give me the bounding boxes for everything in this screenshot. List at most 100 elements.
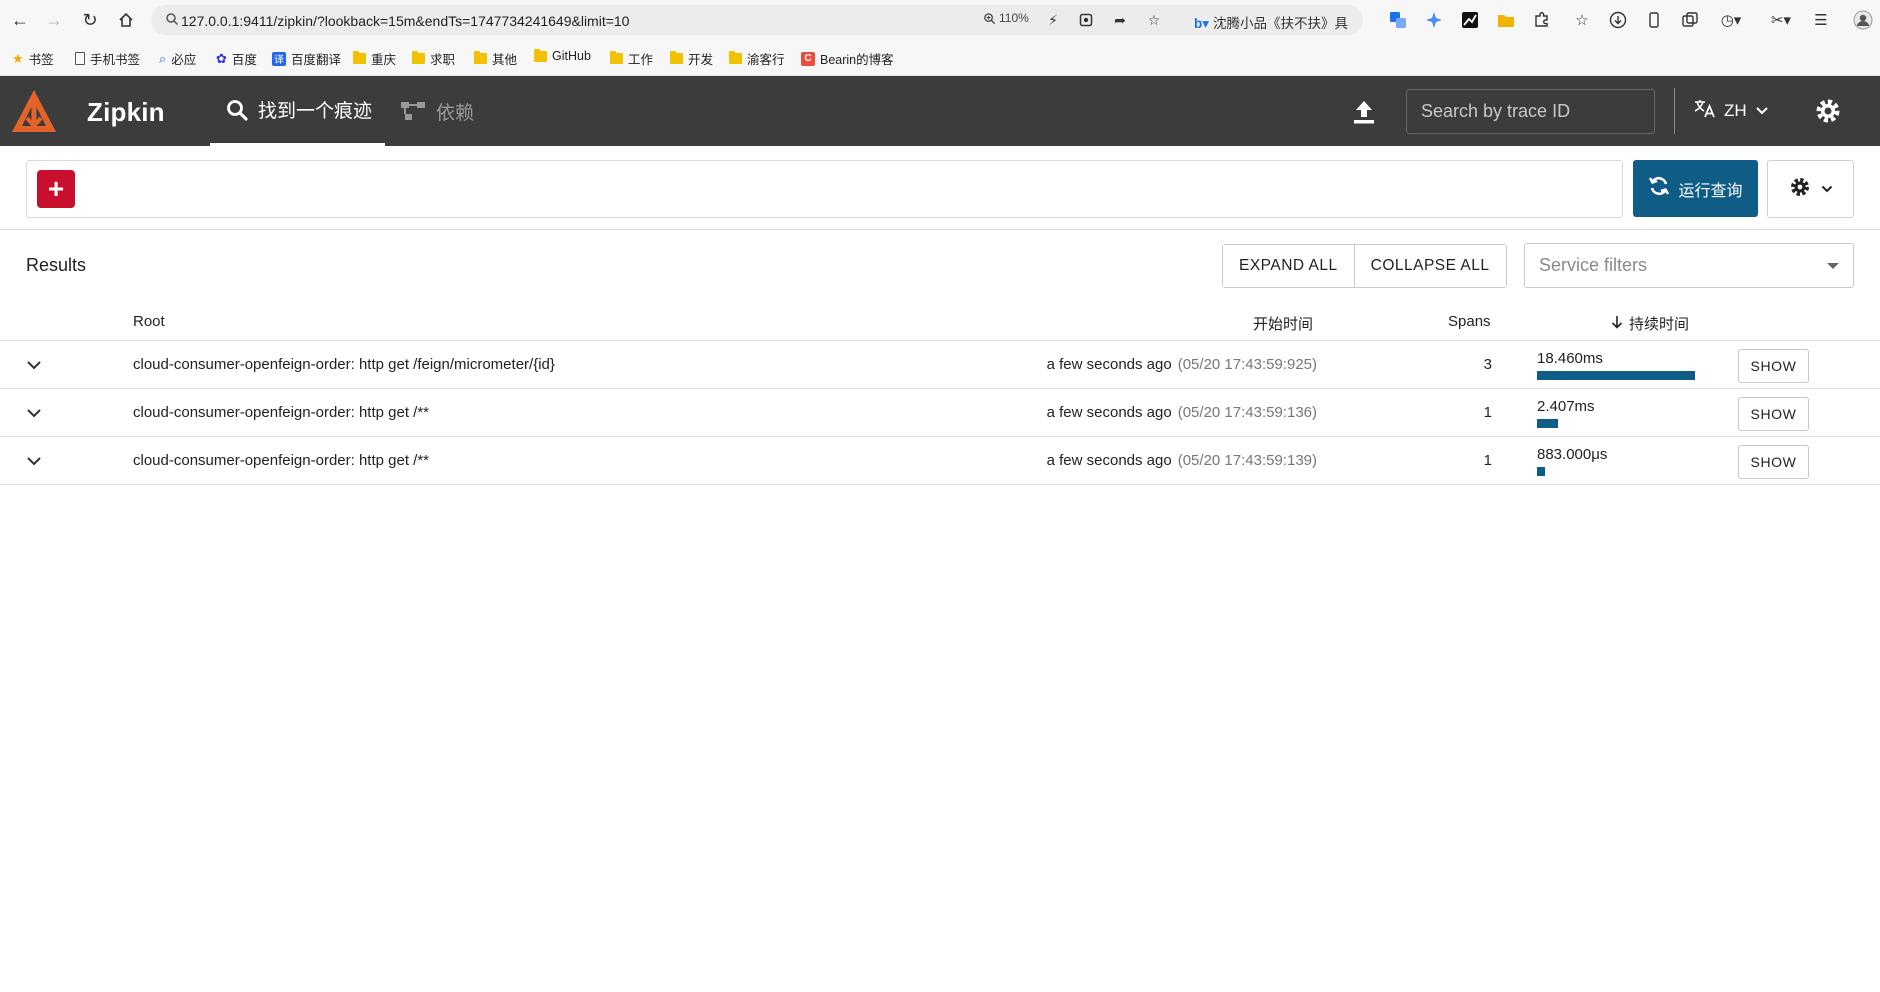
- bookmark-item[interactable]: 译百度翻译: [272, 49, 341, 68]
- column-duration[interactable]: 持续时间: [1611, 313, 1689, 334]
- home-icon[interactable]: [114, 8, 138, 32]
- profile-avatar-icon[interactable]: [1852, 9, 1874, 31]
- zipkin-logo-icon[interactable]: [10, 88, 58, 134]
- language-code: ZH: [1724, 100, 1747, 120]
- address-url[interactable]: 127.0.0.1:9411/zipkin/?lookback=15m&endT…: [181, 13, 629, 29]
- chart-extension-icon[interactable]: [1459, 9, 1481, 31]
- bookmark-star-icon[interactable]: ☆: [1145, 11, 1163, 29]
- browser-toolbar: ← → ↻ 127.0.0.1:9411/zipkin/?lookback=15…: [0, 0, 1880, 40]
- gear-icon: [1789, 176, 1811, 203]
- column-start-time[interactable]: 开始时间: [1253, 313, 1313, 334]
- collections-icon[interactable]: [1679, 9, 1701, 31]
- app-title[interactable]: Zipkin: [87, 97, 165, 128]
- back-icon[interactable]: ←: [8, 8, 32, 32]
- dependencies-icon: [400, 100, 426, 122]
- query-settings-button[interactable]: [1767, 160, 1854, 218]
- trace-row[interactable]: cloud-consumer-openfeign-order: http get…: [0, 437, 1880, 485]
- bookmark-item[interactable]: 渝客行: [729, 49, 785, 68]
- bookmark-item[interactable]: 其他: [474, 49, 517, 68]
- download-icon[interactable]: [1607, 9, 1629, 31]
- upload-icon[interactable]: [1350, 98, 1378, 126]
- tab-find-label: 找到一个痕迹: [258, 101, 373, 122]
- bookmark-item[interactable]: 重庆: [353, 49, 396, 68]
- bookmark-item[interactable]: 开发: [670, 49, 713, 68]
- c-icon: C: [801, 51, 815, 66]
- bing-search-suggestion[interactable]: b▾ 沈腾小品《扶不扶》具: [1194, 12, 1348, 32]
- reload-icon[interactable]: ↻: [78, 8, 102, 32]
- trace-root-name: cloud-consumer-openfeign-order: http get…: [133, 404, 430, 421]
- translate-extension-icon[interactable]: [1387, 9, 1409, 31]
- trace-row[interactable]: cloud-consumer-openfeign-order: http get…: [0, 341, 1880, 389]
- search-icon: ⌕: [159, 50, 167, 66]
- bookmark-item[interactable]: C Bearin的博客: [801, 49, 894, 68]
- phone-icon[interactable]: [1643, 9, 1665, 31]
- duration-bar: [1537, 419, 1558, 428]
- run-query-button[interactable]: 运行查询: [1633, 160, 1758, 217]
- folder-icon: [670, 51, 683, 64]
- bookmark-item[interactable]: 手机书签: [75, 49, 140, 68]
- bookmark-item[interactable]: ✿ 百度: [216, 49, 257, 68]
- app-header: Zipkin 找到一个痕迹 依赖 ZH: [0, 76, 1880, 146]
- sparkle-extension-icon[interactable]: [1423, 9, 1445, 31]
- trace-root-name: cloud-consumer-openfeign-order: http get…: [133, 356, 555, 373]
- language-selector[interactable]: ZH: [1694, 98, 1769, 123]
- translate-icon: [1694, 98, 1716, 123]
- folder-icon: [412, 51, 425, 64]
- show-trace-button[interactable]: SHOW: [1738, 445, 1809, 479]
- bookmark-item[interactable]: GitHub: [534, 48, 591, 63]
- zoom-indicator[interactable]: 110%: [983, 11, 1029, 25]
- history-icon[interactable]: ◷▾: [1720, 9, 1742, 31]
- collapse-all-button[interactable]: COLLAPSE ALL: [1353, 245, 1506, 287]
- folder-icon: [353, 51, 366, 64]
- lightning-icon[interactable]: ⚡: [1044, 11, 1062, 29]
- scissors-icon[interactable]: ✂▾: [1770, 9, 1792, 31]
- favorites-icon[interactable]: ☆: [1571, 9, 1593, 31]
- address-bar[interactable]: 127.0.0.1:9411/zipkin/?lookback=15m&endT…: [151, 5, 1363, 35]
- tab-find-trace[interactable]: 找到一个痕迹: [210, 76, 385, 146]
- column-root[interactable]: Root: [133, 313, 165, 330]
- trace-id-search-input[interactable]: [1406, 89, 1655, 134]
- add-criteria-button[interactable]: +: [37, 170, 75, 208]
- trace-span-count: 1: [1483, 452, 1492, 469]
- trace-duration: 18.460ms: [1537, 350, 1603, 367]
- trace-span-count: 3: [1483, 356, 1492, 373]
- puzzle-extension-icon[interactable]: [1531, 9, 1553, 31]
- bookmark-item[interactable]: 工作: [610, 49, 653, 68]
- theme-settings-icon[interactable]: [1813, 96, 1843, 126]
- forward-icon[interactable]: →: [42, 8, 66, 32]
- criteria-input-area[interactable]: +: [26, 160, 1623, 218]
- results-title: Results: [26, 255, 87, 275]
- folder-extension-icon[interactable]: [1495, 9, 1517, 31]
- expand-row-icon[interactable]: [24, 355, 44, 375]
- expand-all-button[interactable]: EXPAND ALL: [1223, 245, 1354, 287]
- folder-icon: [474, 51, 487, 64]
- trace-row[interactable]: cloud-consumer-openfeign-order: http get…: [0, 389, 1880, 437]
- trace-duration: 2.407ms: [1537, 398, 1595, 415]
- expand-row-icon[interactable]: [24, 451, 44, 471]
- plus-icon: +: [47, 173, 65, 204]
- folder-icon: [534, 48, 547, 62]
- chevron-down-icon: [1755, 101, 1769, 121]
- bookmark-item[interactable]: ⌕ 必应: [159, 49, 196, 68]
- bookmark-item[interactable]: 求职: [412, 49, 455, 68]
- duration-bar: [1537, 467, 1545, 476]
- tab-deps-label: 依赖: [436, 102, 475, 124]
- expand-row-icon[interactable]: [24, 403, 44, 423]
- column-spans[interactable]: Spans: [1448, 313, 1491, 330]
- trace-start-time: a few seconds ago (05/20 17:43:59:136): [1046, 404, 1317, 421]
- service-filters-select[interactable]: Service filters: [1524, 243, 1854, 288]
- header-divider: [1674, 88, 1675, 134]
- screenshot-icon[interactable]: [1077, 11, 1095, 29]
- site-info-icon[interactable]: [165, 12, 181, 28]
- search-criteria-row: + 运行查询: [0, 146, 1880, 230]
- menu-icon[interactable]: ☰: [1810, 9, 1832, 31]
- show-trace-button[interactable]: SHOW: [1738, 397, 1809, 431]
- share-icon[interactable]: ➦: [1111, 11, 1129, 29]
- sort-arrow-down-icon: [1611, 315, 1623, 333]
- duration-bar: [1537, 371, 1695, 380]
- star-icon: ★: [12, 50, 24, 66]
- tab-dependencies[interactable]: 依赖: [400, 76, 474, 146]
- trace-root-name: cloud-consumer-openfeign-order: http get…: [133, 452, 430, 469]
- bookmark-item[interactable]: ★ 书签: [12, 49, 54, 68]
- show-trace-button[interactable]: SHOW: [1738, 349, 1809, 383]
